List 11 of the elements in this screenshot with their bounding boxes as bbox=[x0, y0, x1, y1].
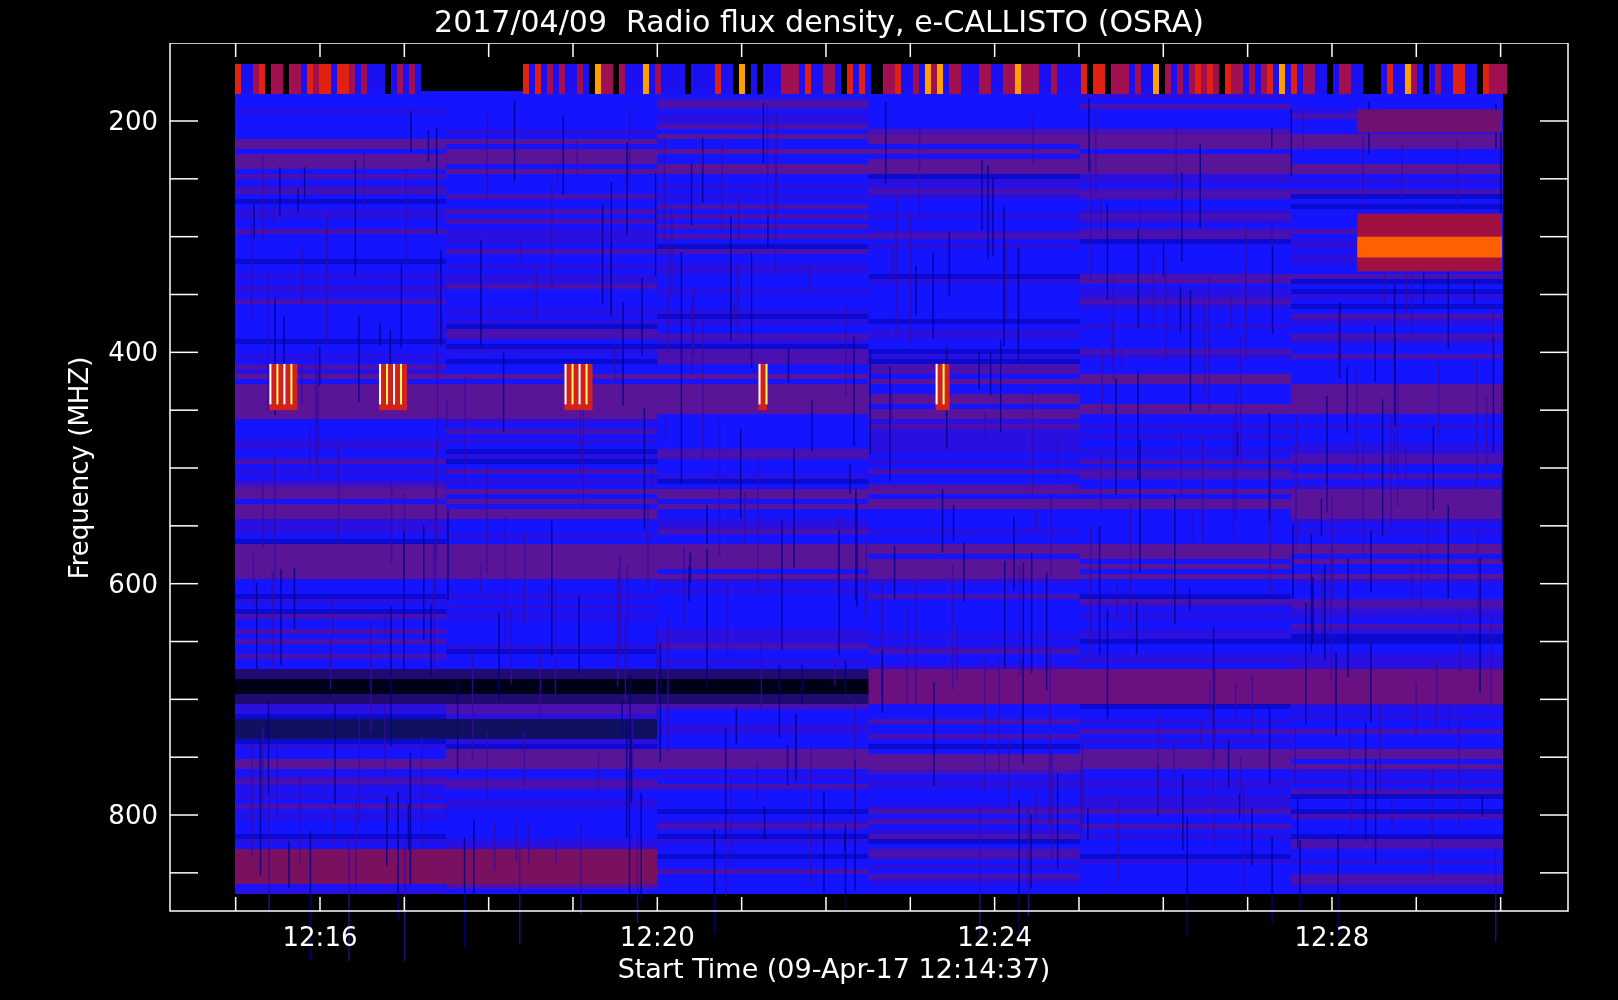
y-axis-title: Frequency (MHZ) bbox=[64, 356, 94, 580]
tick-label: 12:20 bbox=[619, 922, 695, 952]
tick-label: 800 bbox=[108, 800, 158, 830]
tick-label: 12:24 bbox=[957, 922, 1033, 952]
tick-label: 12:28 bbox=[1294, 922, 1370, 952]
tick-label: 200 bbox=[108, 106, 158, 136]
tick-label: 12:16 bbox=[282, 922, 358, 952]
tick-label: 600 bbox=[108, 568, 158, 599]
chart-title: 2017/04/09 Radio flux density, e-CALLISTO (OSRA) bbox=[434, 6, 1204, 37]
tick-label: 400 bbox=[108, 337, 158, 368]
x-axis-title: Start Time (09-Apr-17 12:14:37) bbox=[617, 955, 1051, 982]
